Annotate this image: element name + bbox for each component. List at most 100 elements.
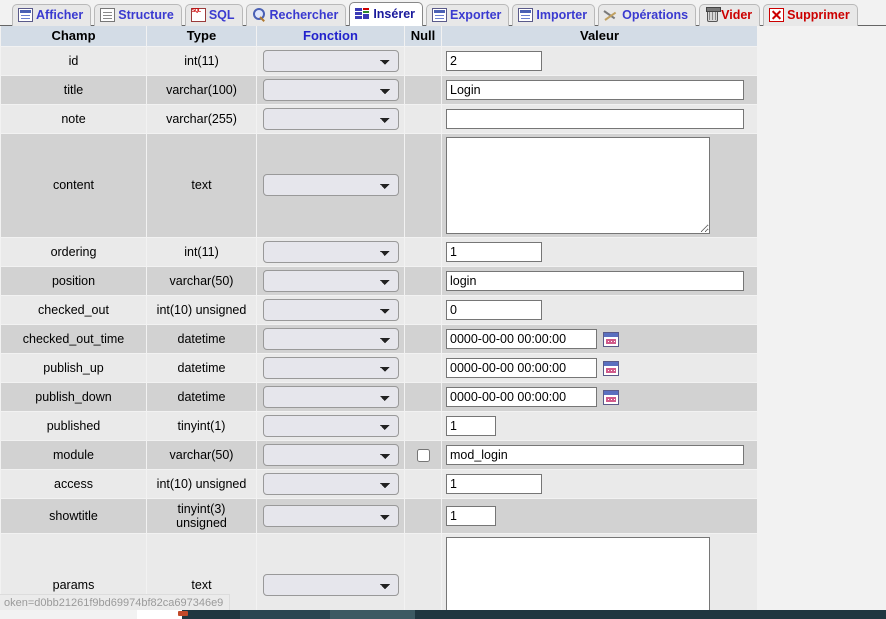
tab-ins-rer[interactable]: Insérer <box>349 2 424 26</box>
function-select-params[interactable] <box>262 574 399 596</box>
table-row: checked_out int(10) unsigned <box>0 294 758 325</box>
os-taskbar[interactable] <box>0 610 886 619</box>
field-type-cell: varchar(50) <box>146 265 257 296</box>
value-textarea-content[interactable] <box>446 136 710 234</box>
field-type-cell: varchar(100) <box>146 74 257 105</box>
value-cell <box>441 468 758 499</box>
value-input-publish_up[interactable] <box>446 357 597 378</box>
value-input-note[interactable] <box>446 108 744 129</box>
function-cell <box>256 74 405 105</box>
function-select-access[interactable] <box>262 472 399 495</box>
function-select-published[interactable] <box>262 414 399 437</box>
tab-structure[interactable]: Structure <box>94 4 182 26</box>
taskbar-segment-left <box>0 610 137 619</box>
function-cell <box>256 45 405 76</box>
table-row: position varchar(50) <box>0 265 758 296</box>
function-cell <box>256 439 405 470</box>
delete-x-icon <box>769 8 785 22</box>
table-header-row: Champ Type Fonction Null Valeur <box>0 26 758 47</box>
sql-icon <box>190 1 206 22</box>
function-select-ordering[interactable] <box>262 240 399 263</box>
tab-rechercher[interactable]: Rechercher <box>245 4 347 26</box>
function-select-id[interactable] <box>262 49 399 72</box>
value-cell <box>441 236 758 267</box>
field-type-cell: text <box>146 132 257 238</box>
null-cell <box>404 439 442 470</box>
field-name-cell: module <box>0 439 147 470</box>
table-row: showtitle tinyint(3) unsigned <box>0 497 758 534</box>
tab-op-rations[interactable]: Opérations <box>598 4 697 26</box>
function-cell <box>256 103 405 134</box>
value-input-publish_down[interactable] <box>446 386 597 407</box>
field-name-cell: published <box>0 410 147 441</box>
table-row: module varchar(50) <box>0 439 758 470</box>
table-row: published tinyint(1) <box>0 410 758 441</box>
value-input-id[interactable] <box>446 50 542 71</box>
null-cell <box>404 132 442 238</box>
function-cell <box>256 497 405 534</box>
function-select-publish_down[interactable] <box>262 385 399 408</box>
field-type-cell: int(11) <box>146 236 257 267</box>
field-type-cell: datetime <box>146 352 257 383</box>
null-cell <box>404 410 442 441</box>
trash-icon <box>706 7 722 22</box>
tab-vider[interactable]: Vider <box>699 4 761 26</box>
value-input-title[interactable] <box>446 79 744 100</box>
function-cell <box>256 352 405 383</box>
value-input-checked_out[interactable] <box>446 299 542 320</box>
taskbar-segment-mid <box>240 610 330 619</box>
insert-form-rows: idint(11) titlevarchar(100) notevarchar(… <box>0 45 758 619</box>
value-input-checked_out_time[interactable] <box>446 328 597 349</box>
function-cell <box>256 532 405 619</box>
value-input-published[interactable] <box>446 415 496 436</box>
value-cell <box>441 294 758 325</box>
field-name-cell: id <box>0 45 147 76</box>
function-select-note[interactable] <box>262 107 399 130</box>
value-input-position[interactable] <box>446 270 744 291</box>
function-select-checked_out[interactable] <box>262 298 399 321</box>
column-header-valeur: Valeur <box>441 26 758 47</box>
calendar-icon[interactable] <box>603 389 619 405</box>
field-name-cell: access <box>0 468 147 499</box>
function-select-position[interactable] <box>262 269 399 292</box>
calendar-icon[interactable] <box>603 360 619 376</box>
value-input-showtitle[interactable] <box>446 505 496 526</box>
tab-importer[interactable]: Importer <box>512 4 596 26</box>
field-type-cell: datetime <box>146 323 257 354</box>
field-type-cell: int(10) unsigned <box>146 294 257 325</box>
null-cell <box>404 323 442 354</box>
column-header-type: Type <box>146 26 257 47</box>
table-row: publish_up datetime <box>0 352 758 383</box>
value-input-module[interactable] <box>446 444 744 465</box>
column-header-null: Null <box>404 26 442 47</box>
value-input-ordering[interactable] <box>446 241 542 262</box>
taskbar-app-indicator <box>178 611 188 616</box>
tab-label: Afficher <box>36 8 84 22</box>
insert-form-table: Champ Type Fonction Null Valeur id int(11… <box>0 26 758 619</box>
null-checkbox-module[interactable] <box>416 448 430 462</box>
tab-exporter[interactable]: Exporter <box>426 4 510 26</box>
function-select-module[interactable] <box>262 443 399 466</box>
function-select-publish_up[interactable] <box>262 356 399 379</box>
tab-label: Rechercher <box>269 8 339 22</box>
function-select-checked_out_time[interactable] <box>262 327 399 350</box>
calendar-icon[interactable] <box>603 331 619 347</box>
field-type-cell: datetime <box>146 381 257 412</box>
function-select-showtitle[interactable] <box>262 504 399 527</box>
value-cell <box>441 103 758 134</box>
value-cell <box>441 381 758 412</box>
tab-afficher[interactable]: Afficher <box>12 4 92 26</box>
field-type-cell: varchar(50) <box>146 439 257 470</box>
function-select-title[interactable] <box>262 78 399 101</box>
table-row: note varchar(255) <box>0 103 758 134</box>
null-cell <box>404 381 442 412</box>
function-select-content[interactable] <box>262 174 399 196</box>
insert-row-icon <box>355 7 370 21</box>
value-textarea-params[interactable] <box>446 536 710 619</box>
function-cell <box>256 294 405 325</box>
value-input-access[interactable] <box>446 473 542 494</box>
tab-sql[interactable]: SQL <box>184 1 243 26</box>
tab-supprimer[interactable]: Supprimer <box>763 4 858 26</box>
field-type-cell: tinyint(1) <box>146 410 257 441</box>
null-cell <box>404 468 442 499</box>
